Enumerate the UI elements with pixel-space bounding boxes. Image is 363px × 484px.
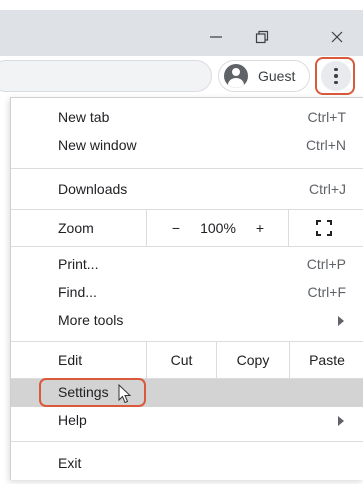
menu-button-highlight <box>315 57 355 95</box>
menu-item-label: Print... <box>58 256 99 272</box>
submenu-arrow-icon <box>338 316 344 326</box>
menu-item-label: New tab <box>58 109 110 125</box>
menu-separator <box>11 246 363 247</box>
menu-item-print[interactable]: Print... Ctrl+P <box>11 251 363 279</box>
zoom-level: 100% <box>200 220 236 236</box>
submenu-arrow-icon <box>338 416 344 426</box>
title-bar <box>0 10 363 56</box>
menu-separator <box>11 168 363 169</box>
menu-item-find[interactable]: Find... Ctrl+F <box>11 279 363 307</box>
cut-button[interactable]: Cut <box>146 342 216 378</box>
menu-row-zoom: Zoom − 100% + <box>11 210 363 246</box>
paste-button[interactable]: Paste <box>289 342 363 378</box>
menu-row-edit: Edit Cut Copy Paste <box>11 342 363 378</box>
menu-item-shortcut: Ctrl+N <box>305 137 346 153</box>
close-icon <box>331 31 343 43</box>
menu-item-shortcut: Ctrl+F <box>307 284 347 300</box>
menu-separator <box>11 441 363 442</box>
copy-button[interactable]: Copy <box>216 342 289 378</box>
zoom-label: Zoom <box>58 220 94 236</box>
menu-item-label: Help <box>58 412 87 428</box>
menu-item-new-window[interactable]: New window Ctrl+N <box>11 132 363 160</box>
menu-item-label: Downloads <box>58 181 128 197</box>
minimize-icon <box>210 36 222 38</box>
menu-item-new-tab[interactable]: New tab Ctrl+T <box>11 104 363 132</box>
profile-button[interactable]: Guest <box>218 60 310 92</box>
profile-label: Guest <box>258 68 296 84</box>
menu-item-label: More tools <box>58 312 124 328</box>
menu-item-exit[interactable]: Exit <box>11 450 363 478</box>
avatar-icon <box>224 64 248 88</box>
browser-window: Guest New tab Ctrl+T New window Ctrl+N D… <box>0 0 363 484</box>
menu-item-shortcut: Ctrl+T <box>307 109 347 125</box>
menu-item-label: New window <box>58 137 137 153</box>
menu-item-help[interactable]: Help <box>11 407 363 435</box>
menu-item-downloads[interactable]: Downloads Ctrl+J <box>11 176 363 204</box>
fullscreen-icon <box>316 220 332 236</box>
chrome-menu: New tab Ctrl+T New window Ctrl+N Downloa… <box>10 97 363 480</box>
zoom-in-button[interactable]: + <box>245 210 275 246</box>
menu-item-more-tools[interactable]: More tools <box>11 307 363 335</box>
fullscreen-button[interactable] <box>294 210 354 246</box>
menu-item-label: Find... <box>58 284 97 300</box>
toolbar: Guest <box>0 56 363 96</box>
edit-label: Edit <box>58 352 83 368</box>
zoom-out-button[interactable]: − <box>161 210 191 246</box>
menu-item-shortcut: Ctrl+J <box>309 181 346 197</box>
mouse-cursor-icon <box>118 384 132 404</box>
menu-item-label: Exit <box>58 455 82 471</box>
menu-item-shortcut: Ctrl+P <box>306 256 346 272</box>
address-bar[interactable] <box>0 60 212 92</box>
minimize-button[interactable] <box>193 20 239 54</box>
restore-button[interactable] <box>239 20 285 54</box>
close-button[interactable] <box>314 20 360 54</box>
restore-icon <box>255 30 269 44</box>
